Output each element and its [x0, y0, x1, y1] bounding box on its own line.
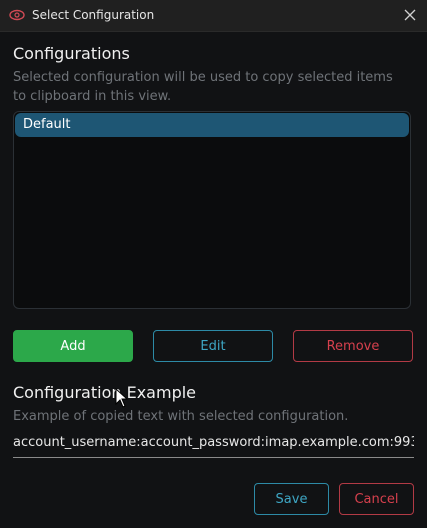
edit-button[interactable]: Edit: [153, 330, 273, 362]
mouse-pointer-icon: [115, 388, 129, 408]
cancel-button[interactable]: Cancel: [339, 483, 414, 515]
window-title: Select Configuration: [32, 8, 155, 22]
configurations-heading: Configurations: [13, 44, 130, 63]
example-value: account_username:account_password:imap.e…: [13, 435, 414, 458]
title-bar: Select Configuration: [0, 0, 427, 32]
configurations-description: Selected configuration will be used to c…: [13, 68, 393, 106]
configurations-list[interactable]: Default: [13, 111, 411, 309]
example-heading: Configuration Example: [13, 383, 197, 402]
close-icon: [404, 9, 416, 21]
configurations-description-line2: to clipboard in this view.: [13, 89, 172, 104]
save-button[interactable]: Save: [254, 483, 329, 515]
remove-button[interactable]: Remove: [293, 330, 413, 362]
app-logo-icon: [9, 9, 25, 21]
list-item[interactable]: Default: [15, 113, 409, 137]
add-button[interactable]: Add: [13, 330, 133, 362]
close-button[interactable]: [401, 6, 419, 24]
example-description: Example of copied text with selected con…: [13, 409, 349, 424]
dialog-content: Configurations Selected configuration wi…: [0, 32, 427, 528]
configurations-description-line1: Selected configuration will be used to c…: [13, 70, 393, 85]
